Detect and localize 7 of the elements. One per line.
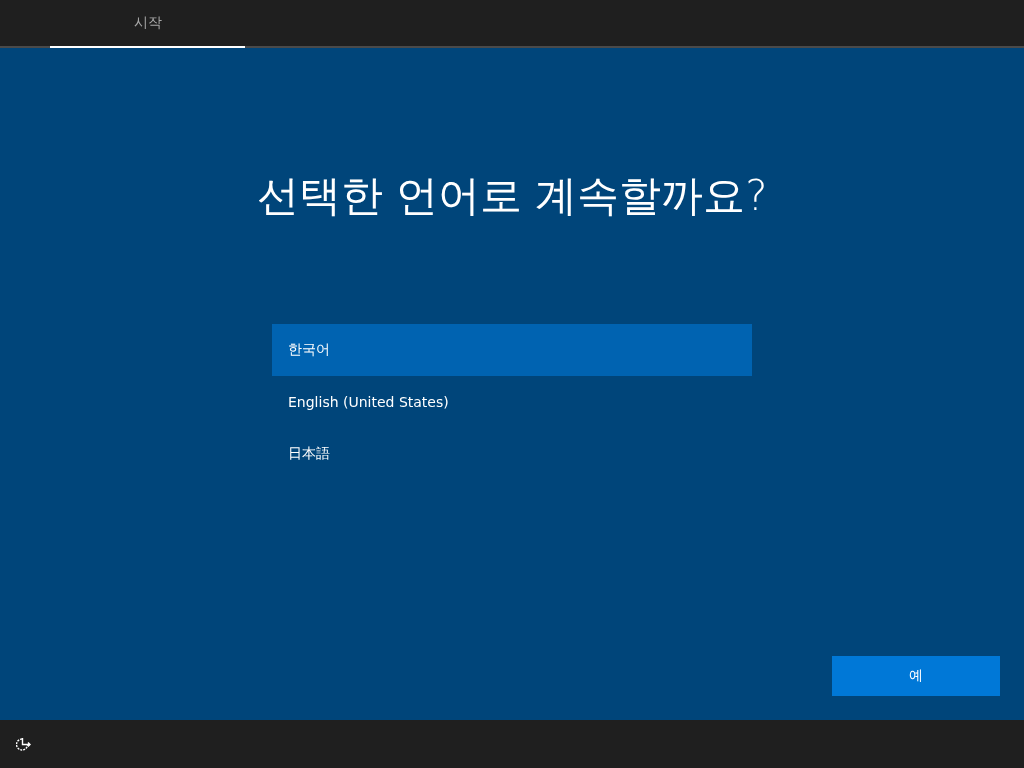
language-item[interactable]: English (United States) <box>272 376 752 428</box>
yes-button[interactable]: 예 <box>832 656 1000 696</box>
accessibility-icon[interactable] <box>16 736 34 752</box>
language-item[interactable]: 日本語 <box>272 428 752 480</box>
page-title: 선택한 언어로 계속할까요? <box>256 170 768 222</box>
start-tab[interactable]: 시작 <box>50 0 245 48</box>
language-item[interactable]: 한국어 <box>272 324 752 376</box>
